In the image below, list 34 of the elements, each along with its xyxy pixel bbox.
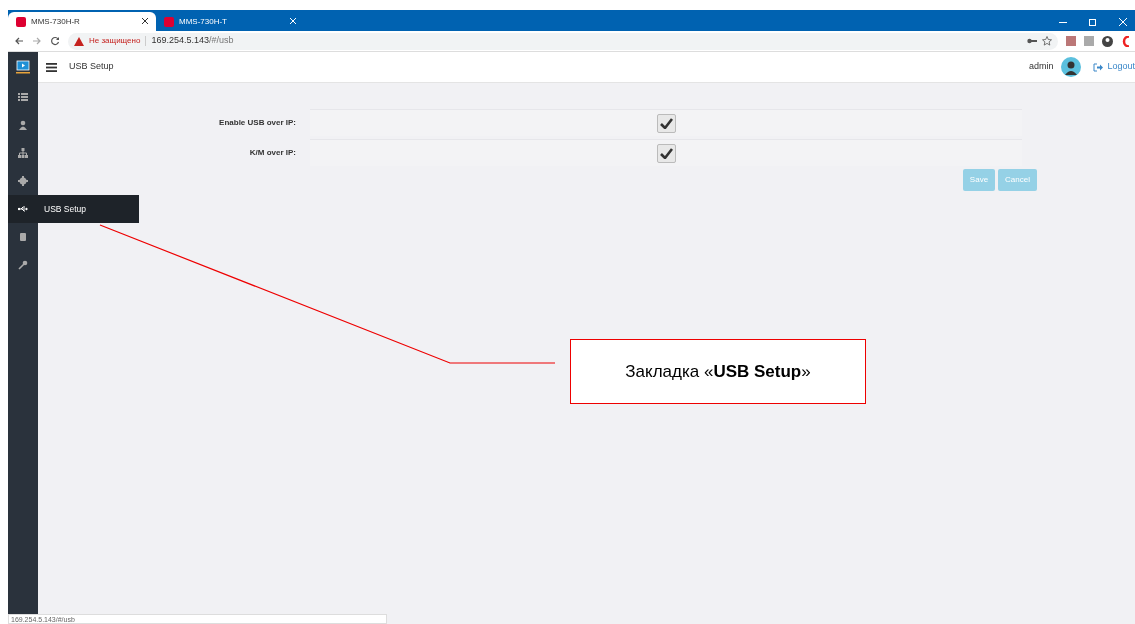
list-icon [18,92,28,102]
reload-icon[interactable] [50,36,60,46]
close-icon[interactable] [1119,18,1127,26]
usb-icon [18,204,28,214]
field-label: Enable USB over IP: [218,116,297,129]
sidebar-flyout-label[interactable]: USB Setup [38,195,139,223]
avatar-icon [1061,57,1082,77]
wrench-icon [18,260,28,270]
star-icon[interactable] [1042,36,1052,46]
sitemap-icon [18,148,28,158]
key-icon[interactable] [1027,38,1037,44]
checkbox[interactable] [656,113,676,133]
logout-link[interactable]: Logout [1093,60,1135,74]
monitor-logo-icon [15,60,31,74]
browser-tab[interactable]: MMS-730H-R [8,12,156,31]
page-title: USB Setup [69,60,114,74]
close-tab-icon[interactable] [142,18,148,25]
logout-icon [1093,62,1104,72]
menu-icon[interactable] [46,62,57,72]
sidebar-item[interactable] [8,195,38,223]
profile-icon[interactable] [1102,35,1113,47]
warning-icon [74,36,84,46]
restore-icon[interactable] [1089,18,1097,26]
browser-tab[interactable]: MMS-730H-T [156,12,304,31]
url-text: 169.254.5.143/#/usb [151,34,234,48]
field-label: K/M over IP: [248,146,297,159]
address-bar[interactable]: Не защищено 169.254.5.143/#/usb [68,32,1058,50]
user-name: admin [1028,60,1054,74]
security-warning: Не защищено [89,35,141,47]
person-icon [18,120,28,130]
callout-text: Закладка «USB Setup» [570,339,866,404]
checkbox[interactable] [656,143,676,163]
back-icon[interactable] [14,36,24,46]
extension-icon[interactable] [1121,35,1129,47]
